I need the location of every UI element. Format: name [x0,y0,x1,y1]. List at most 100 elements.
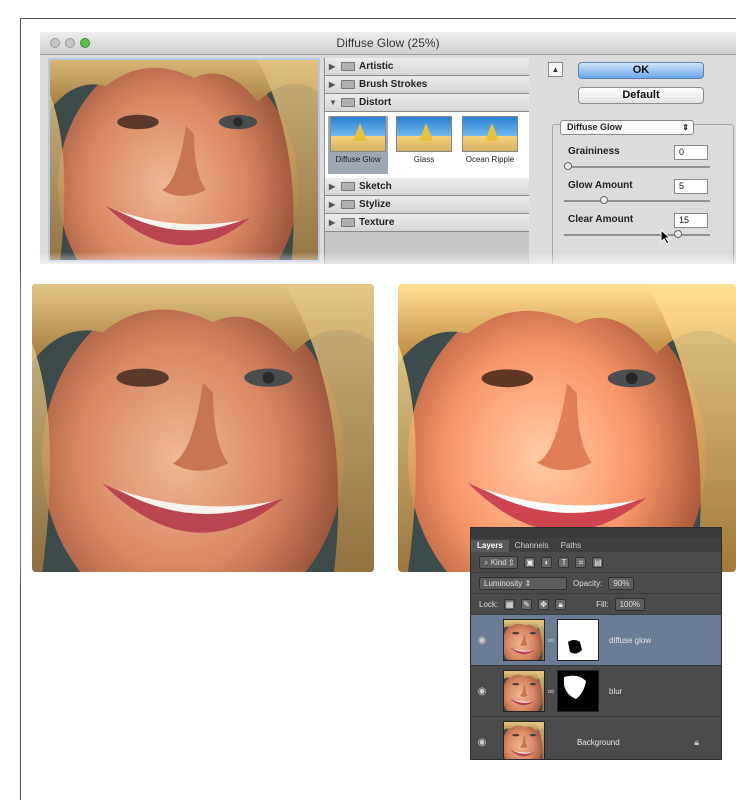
fill-label: Fill: [596,599,609,609]
lock-paint-icon[interactable]: ✎ [521,598,533,610]
blend-mode-value: Luminosity [484,578,523,588]
visibility-eye-icon[interactable]: ◉ [471,635,493,646]
category-label: Distort [359,97,392,108]
thumb-label: Ocean Ripple [465,155,515,164]
category-label: Stylize [359,199,391,210]
tab-channels[interactable]: Channels [509,540,555,552]
type-filter-icon[interactable]: T [558,556,570,568]
panel-header-bar [471,528,721,538]
expand-arrow-icon: ▶ [329,218,336,227]
layer-mask-thumbnail[interactable] [557,619,599,661]
category-sketch[interactable]: ▶ Sketch [325,178,529,196]
category-label: Artistic [359,61,394,72]
category-stylize[interactable]: ▶ Stylize [325,196,529,214]
kind-label: Kind [490,557,507,567]
thumb-diffuse-glow[interactable]: Diffuse Glow [328,116,388,174]
adjustment-filter-icon[interactable]: ◐ [541,556,553,568]
category-label: Brush Strokes [359,79,428,90]
thumb-label: Diffuse Glow [335,155,381,164]
shape-filter-icon[interactable]: ⌗ [575,556,587,568]
thumb-label: Glass [413,155,435,164]
tab-paths[interactable]: Paths [555,540,587,552]
expand-arrow-icon: ▶ [329,80,336,89]
category-distort[interactable]: ▼ Distort [325,94,529,112]
folder-icon [341,182,355,191]
layer-name: Background [577,737,620,747]
slider-knob[interactable] [674,230,682,238]
window-title: Diffuse Glow (25%) [336,36,440,50]
layer-thumbnail [503,619,545,661]
filter-select-value: Diffuse Glow [567,122,623,132]
folder-icon [341,62,355,71]
panel-tabs: Layers Channels Paths [471,538,721,552]
smart-object-filter-icon[interactable]: ▤ [592,556,604,568]
filter-gallery-window: Diffuse Glow (25%) ▶ Artistic ▶ Brush St… [40,32,736,264]
opacity-label: Opacity: [573,578,603,588]
kind-filter-select[interactable]: ⌕ Kind ⇕ [479,555,519,569]
thumb-glass[interactable]: Glass [394,116,454,174]
thumb-ocean-ripple[interactable]: Ocean Ripple [460,116,520,174]
sailboat-thumbnail-icon [396,116,452,152]
collapse-arrow-icon: ▼ [329,98,337,107]
clear-amount-label: Clear Amount [568,214,634,225]
image-filter-icon[interactable]: ▣ [524,556,536,568]
layer-diffuse-glow[interactable]: ◉ ∞ diffuse glow [471,615,721,666]
expand-arrow-icon: ▶ [329,182,336,191]
folder-icon [341,80,355,89]
sailboat-thumbnail-icon [330,116,386,152]
distort-thumbnails: Diffuse Glow Glass Ocean Ripple [325,112,529,178]
clear-amount-field[interactable]: 15 [674,213,708,228]
default-button[interactable]: Default [578,87,704,104]
opacity-field[interactable]: 90% [608,576,635,590]
graininess-slider[interactable] [564,162,710,170]
glow-amount-slider[interactable] [564,196,710,204]
graininess-field[interactable]: 0 [674,145,708,160]
layer-blur[interactable]: ◉ ∞ blur [471,666,721,717]
filter-row: ⌕ Kind ⇕ ▣ ◐ T ⌗ ▤ [471,552,721,573]
blend-mode-select[interactable]: Luminosity ⇕ [479,576,567,590]
visibility-eye-icon[interactable]: ◉ [471,686,493,697]
before-photo [32,284,374,572]
window-fade [40,252,736,274]
layer-thumbnail [503,670,545,712]
layer-mask-thumbnail[interactable] [557,670,599,712]
folder-icon [341,218,355,227]
layers-panel: Layers Channels Paths ⌕ Kind ⇕ ▣ ◐ T ⌗ ▤… [470,527,722,760]
link-chain-icon[interactable]: ∞ [545,686,557,696]
slider-knob[interactable] [564,162,572,170]
category-brush-strokes[interactable]: ▶ Brush Strokes [325,76,529,94]
link-chain-icon[interactable]: ∞ [545,635,557,645]
expand-arrow-icon: ▶ [329,62,336,71]
folder-icon [341,200,355,209]
lock-label: Lock: [479,599,499,609]
lock-transparency-icon[interactable]: ▦ [504,598,516,610]
layer-lock-icon: 🔒︎ [694,736,699,747]
graininess-label: Graininess [568,146,620,157]
slider-knob[interactable] [600,196,608,204]
fill-field[interactable]: 100% [614,597,646,611]
lock-all-icon[interactable]: 🔒︎ [555,598,567,610]
layer-name: diffuse glow [609,635,652,645]
layer-background[interactable]: ◉ Background 🔒︎ [471,717,721,759]
expand-arrow-icon: ▶ [329,200,336,209]
toggle-gallery-icon[interactable]: ▲ [548,62,563,77]
category-texture[interactable]: ▶ Texture [325,214,529,232]
lock-row: Lock: ▦ ✎ ✥ 🔒︎ Fill: 100% [471,594,721,615]
portrait-image [32,284,374,572]
tab-layers[interactable]: Layers [471,540,509,552]
visibility-eye-icon[interactable]: ◉ [471,737,493,748]
folder-icon [341,98,355,107]
glow-amount-field[interactable]: 5 [674,179,708,194]
layer-name: blur [609,686,623,696]
sailboat-thumbnail-icon [462,116,518,152]
lock-position-icon[interactable]: ✥ [538,598,550,610]
filter-select[interactable]: Diffuse Glow ⇕ [560,120,694,135]
category-label: Sketch [359,181,392,192]
glow-amount-label: Glow Amount [568,180,633,191]
ok-button[interactable]: OK [578,62,704,79]
title-bar: Diffuse Glow (25%) [40,32,736,55]
clear-amount-slider[interactable] [564,230,710,238]
filter-preview[interactable] [48,58,320,262]
category-artistic[interactable]: ▶ Artistic [325,58,529,76]
layer-thumbnail [503,721,545,759]
